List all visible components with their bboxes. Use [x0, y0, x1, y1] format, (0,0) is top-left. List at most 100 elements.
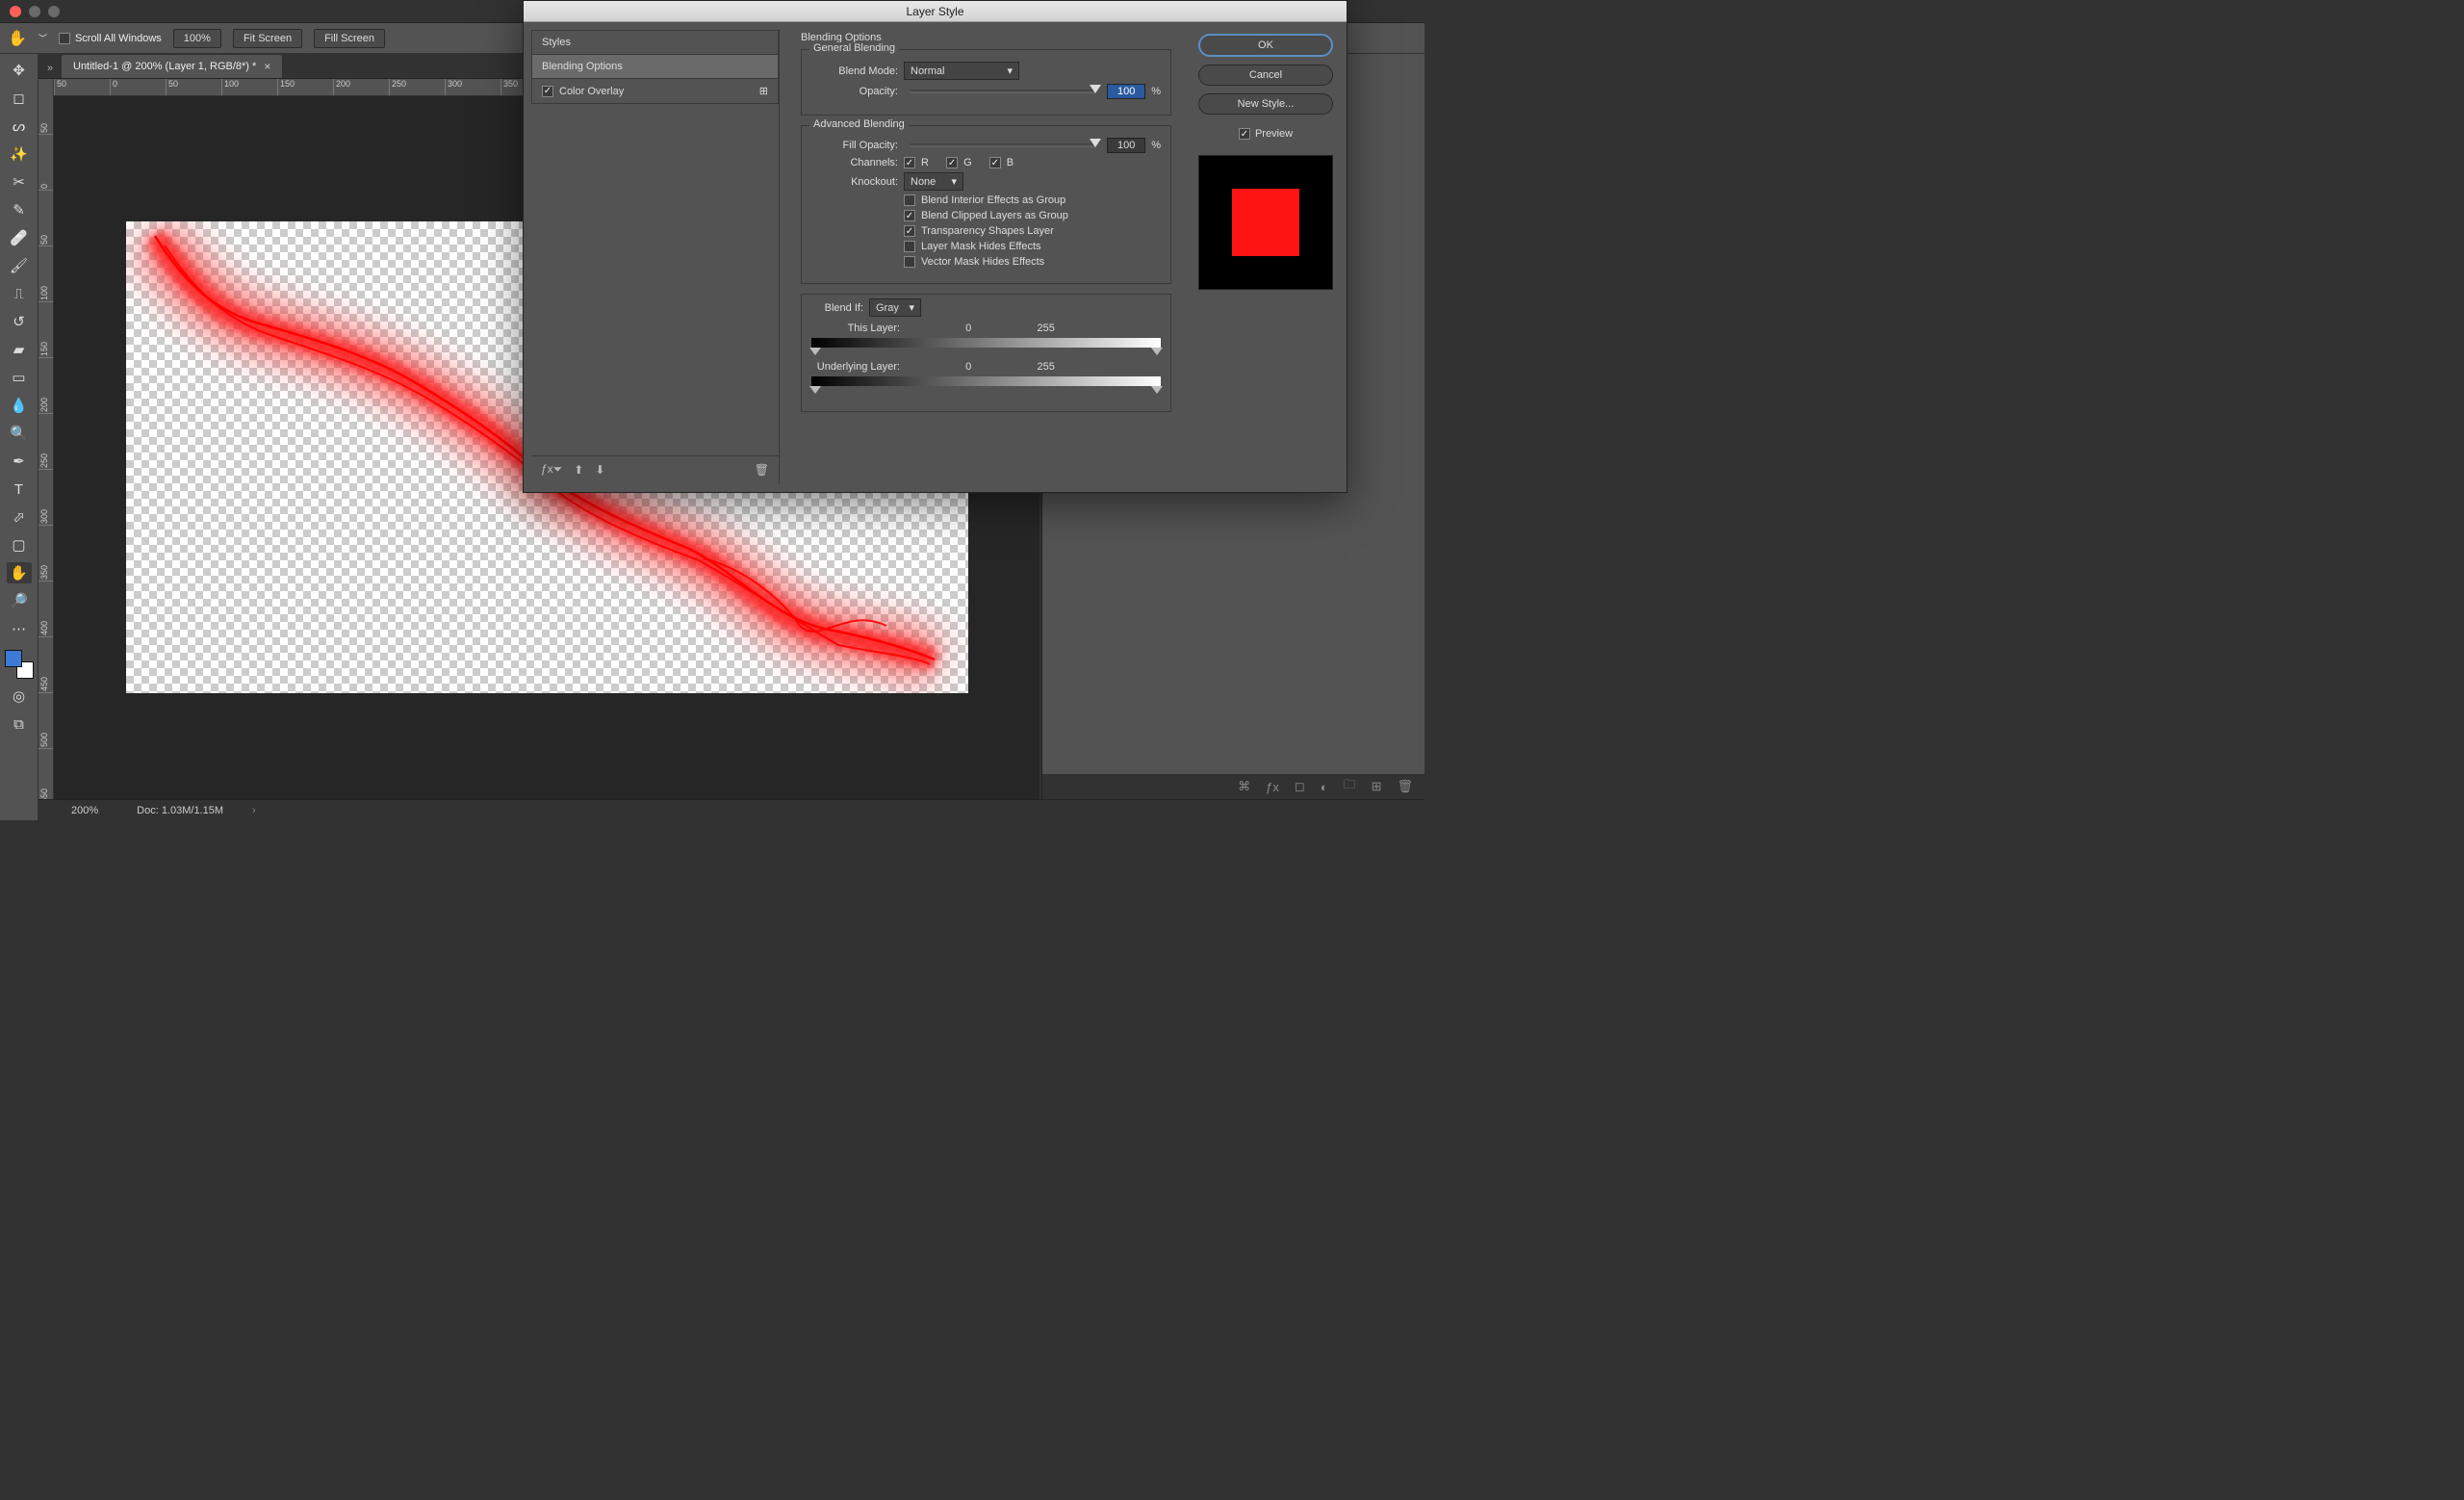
brush-tool-icon[interactable]: 🖌: [7, 255, 32, 276]
blend-interior-label: Blend Interior Effects as Group: [921, 194, 1065, 206]
channel-r-checkbox[interactable]: [904, 157, 915, 168]
vector-mask-hides-label: Vector Mask Hides Effects: [921, 256, 1044, 268]
fx-icon[interactable]: ƒx: [1266, 780, 1279, 794]
screen-mode-icon[interactable]: ⧉: [7, 713, 32, 735]
style-color-overlay[interactable]: Color Overlay ⊞: [531, 79, 779, 104]
fill-screen-button[interactable]: Fill Screen: [314, 29, 385, 48]
styles-header[interactable]: Styles: [531, 30, 779, 55]
new-layer-icon[interactable]: ⊞: [1372, 779, 1382, 794]
color-swatches[interactable]: [5, 650, 34, 679]
blend-clipped-checkbox[interactable]: [904, 210, 915, 221]
eyedropper-tool-icon[interactable]: ✎: [7, 199, 32, 220]
zoom-window-icon[interactable]: [48, 6, 60, 17]
expand-docs-icon[interactable]: »: [42, 59, 58, 78]
stamp-tool-icon[interactable]: ⎍: [7, 283, 32, 304]
status-zoom[interactable]: 200%: [62, 803, 108, 818]
lasso-tool-icon[interactable]: ᔕ: [7, 116, 32, 137]
channel-b-label: B: [1007, 157, 1014, 168]
ruler-tick: 100: [38, 246, 53, 302]
move-tool-icon[interactable]: ✥: [7, 60, 32, 81]
folder-icon[interactable]: 🗀: [1344, 776, 1356, 797]
more-tools-icon[interactable]: ⋯: [7, 618, 32, 639]
blend-mode-label: Blend Mode:: [811, 65, 898, 77]
ruler-tick: 0: [110, 79, 166, 95]
zoom-tool-icon[interactable]: 🔎: [7, 590, 32, 611]
fill-opacity-slider[interactable]: [910, 143, 1095, 147]
new-style-button[interactable]: New Style...: [1198, 93, 1333, 115]
underlying-layer-gradient-slider[interactable]: [811, 376, 1161, 386]
knockout-select[interactable]: None▾: [904, 172, 963, 191]
this-layer-label: This Layer:: [813, 323, 900, 334]
channel-b-checkbox[interactable]: [989, 157, 1001, 168]
pen-tool-icon[interactable]: ✒: [7, 451, 32, 472]
path-select-tool-icon[interactable]: ⬀: [7, 506, 32, 528]
status-more-icon[interactable]: ›: [252, 805, 256, 816]
tool-preset-dropdown[interactable]: ﹀: [38, 32, 47, 44]
layer-mask-hides-checkbox[interactable]: [904, 241, 915, 252]
trash-icon[interactable]: 🗑: [755, 463, 769, 477]
dodge-tool-icon[interactable]: 🔍: [7, 423, 32, 444]
document-tab[interactable]: Untitled-1 @ 200% (Layer 1, RGB/8*) * ×: [62, 55, 282, 78]
scroll-all-label: Scroll All Windows: [75, 33, 162, 44]
opacity-slider[interactable]: [910, 90, 1095, 93]
ruler-tick: 400: [38, 582, 53, 637]
move-up-icon[interactable]: ⬆: [574, 463, 583, 477]
ruler-tick: 550: [38, 749, 53, 799]
style-blending-options[interactable]: Blending Options: [531, 55, 779, 79]
status-bar: 200% Doc: 1.03M/1.15M ›: [38, 799, 1424, 820]
wand-tool-icon[interactable]: ✨: [7, 143, 32, 165]
transparency-shapes-label: Transparency Shapes Layer: [921, 225, 1054, 237]
group-legend: General Blending: [809, 42, 899, 54]
blend-interior-checkbox[interactable]: [904, 194, 915, 206]
opacity-input[interactable]: [1107, 84, 1145, 99]
fit-screen-button[interactable]: Fit Screen: [233, 29, 302, 48]
checkbox-icon[interactable]: [1239, 128, 1250, 140]
close-tab-icon[interactable]: ×: [264, 60, 270, 73]
move-down-icon[interactable]: ⬇: [595, 463, 604, 477]
preview-color: [1232, 189, 1299, 256]
ruler-tick: 250: [38, 414, 53, 470]
crop-tool-icon[interactable]: ✂: [7, 171, 32, 193]
vector-mask-hides-checkbox[interactable]: [904, 256, 915, 268]
blend-if-select[interactable]: Gray▾: [869, 298, 921, 317]
history-brush-tool-icon[interactable]: ↺: [7, 311, 32, 332]
window-controls: [10, 6, 60, 17]
mask-icon[interactable]: ◻: [1295, 779, 1305, 794]
healing-tool-icon[interactable]: 🩹: [7, 227, 32, 248]
zoom-level-button[interactable]: 100%: [173, 29, 221, 48]
channel-r-label: R: [921, 157, 929, 168]
eraser-tool-icon[interactable]: ▰: [7, 339, 32, 360]
fill-opacity-input[interactable]: [1107, 138, 1145, 153]
ruler-tick: 50: [166, 79, 221, 95]
ok-button[interactable]: OK: [1198, 34, 1333, 57]
adjustment-icon[interactable]: ◐: [1321, 780, 1328, 794]
scroll-all-windows-option[interactable]: Scroll All Windows: [59, 33, 162, 44]
fill-opacity-label: Fill Opacity:: [811, 140, 898, 151]
underlying-layer-high: 255: [1037, 361, 1054, 373]
cancel-button[interactable]: Cancel: [1198, 65, 1333, 86]
fx-menu-icon[interactable]: ƒx⏷: [541, 462, 562, 477]
checkbox-icon[interactable]: [59, 33, 70, 44]
transparency-shapes-checkbox[interactable]: [904, 225, 915, 237]
channel-g-checkbox[interactable]: [946, 157, 958, 168]
close-window-icon[interactable]: [10, 6, 21, 17]
add-effect-icon[interactable]: ⊞: [759, 85, 768, 97]
hand-tool-icon[interactable]: ✋: [7, 562, 32, 583]
checkbox-icon[interactable]: [542, 86, 553, 97]
blur-tool-icon[interactable]: 💧: [7, 395, 32, 416]
quick-mask-icon[interactable]: ◎: [7, 685, 32, 707]
link-icon[interactable]: ⌘: [1238, 779, 1250, 794]
shape-tool-icon[interactable]: ▢: [7, 534, 32, 556]
blend-mode-select[interactable]: Normal▾: [904, 62, 1019, 80]
type-tool-icon[interactable]: T: [7, 478, 32, 500]
layer-style-dialog: Layer Style Styles Blending Options Colo…: [523, 0, 1348, 493]
this-layer-gradient-slider[interactable]: [811, 338, 1161, 348]
minimize-window-icon[interactable]: [29, 6, 40, 17]
marquee-tool-icon[interactable]: ◻: [7, 88, 32, 109]
this-layer-low: 0: [965, 323, 971, 334]
blend-clipped-label: Blend Clipped Layers as Group: [921, 210, 1068, 221]
foreground-color-swatch[interactable]: [5, 650, 22, 667]
gradient-tool-icon[interactable]: ▭: [7, 367, 32, 388]
preview-toggle[interactable]: Preview: [1239, 128, 1293, 140]
trash-icon[interactable]: 🗑: [1397, 779, 1413, 794]
